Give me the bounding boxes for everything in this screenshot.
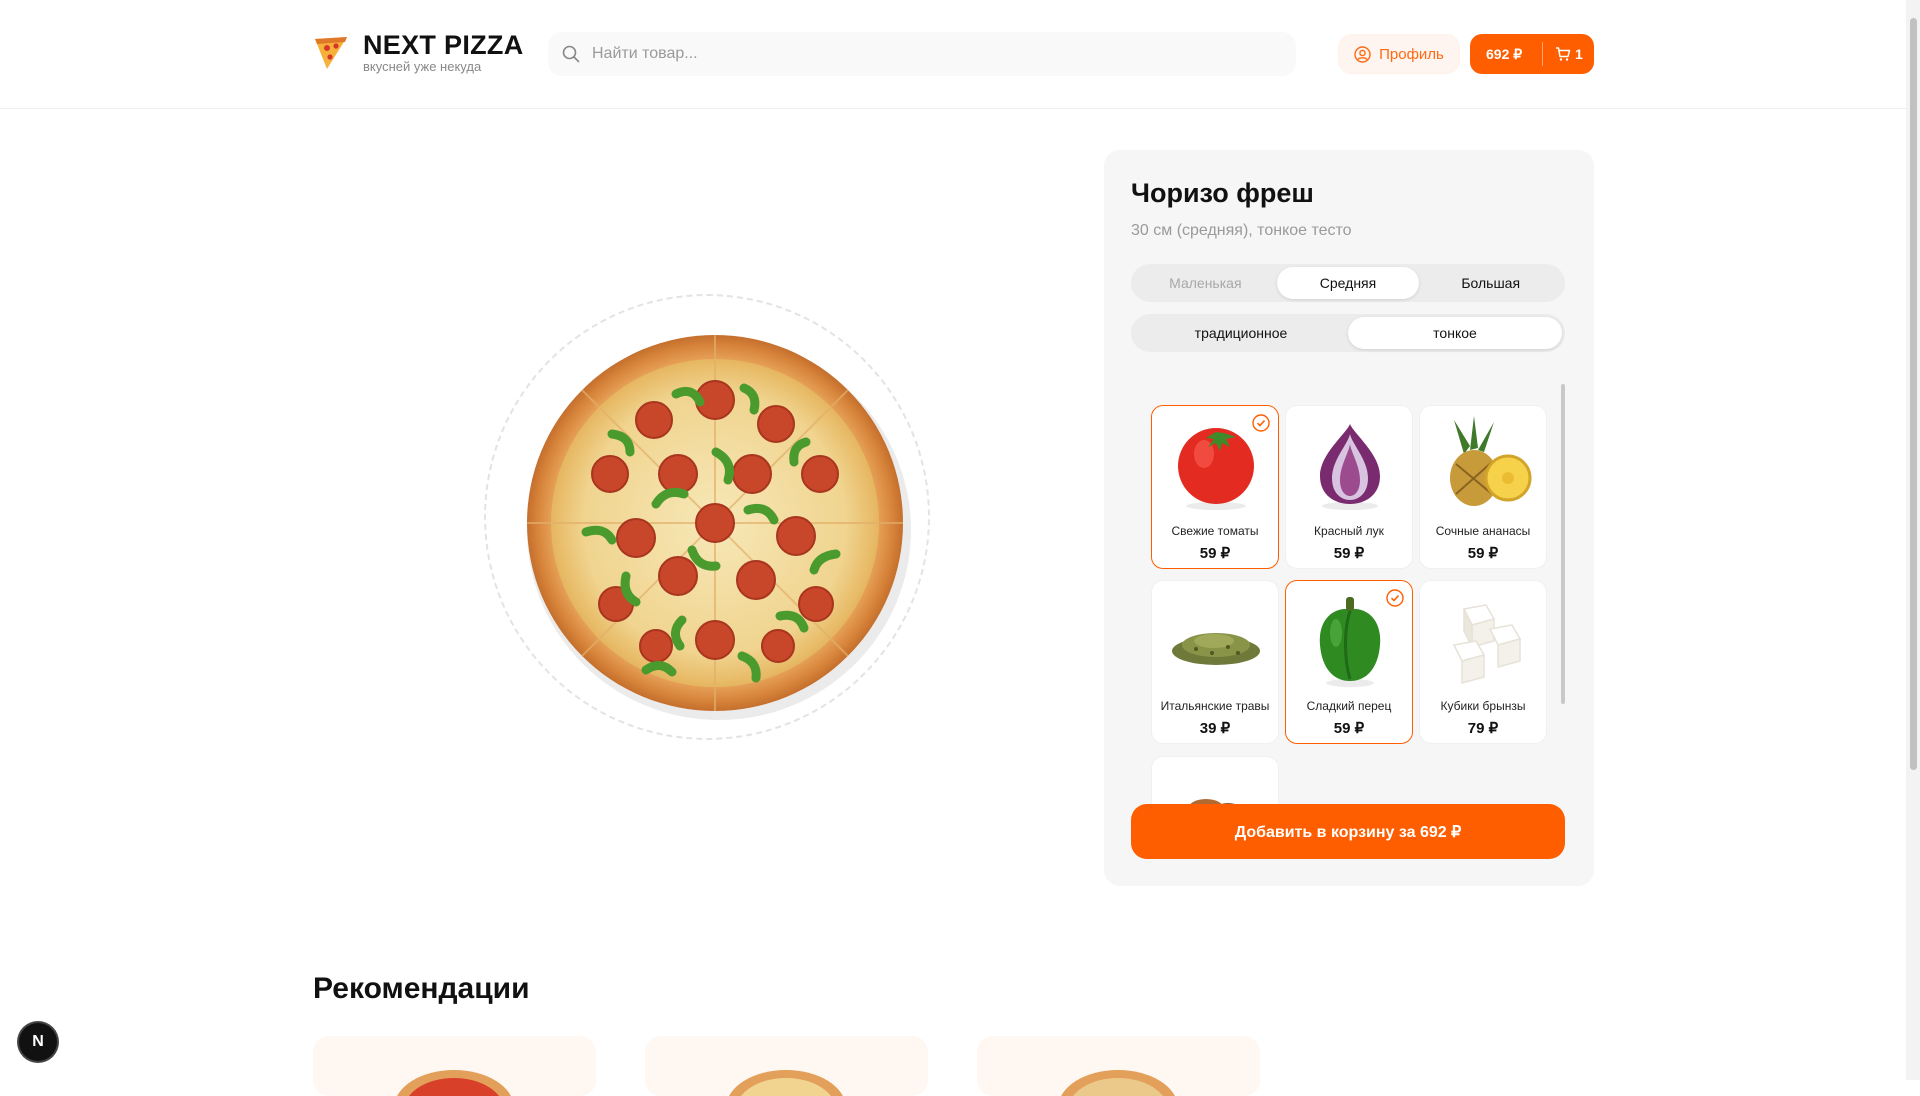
search-input[interactable] (590, 44, 1234, 64)
size-selector: Маленькая Средняя Большая (1131, 264, 1565, 302)
profile-button[interactable]: Профиль (1338, 34, 1460, 74)
cart-count: 1 (1575, 46, 1583, 62)
header: NEXT PIZZA вкусней уже некуда Профиль 69… (0, 0, 1906, 109)
recommendation-card[interactable] (977, 1036, 1260, 1096)
pizza-thumbnail-icon (1061, 1070, 1175, 1096)
ingredient-name: Сладкий перец (1306, 699, 1392, 713)
herbs-icon (1172, 633, 1260, 665)
ingredient-price: 59 ₽ (1333, 545, 1365, 562)
red-onion-icon (1320, 424, 1380, 510)
mushroom-icon (1190, 799, 1235, 804)
ingredient-name: Кубики брынзы (1440, 699, 1526, 713)
ingredient-card[interactable]: Красный лук 59 ₽ (1285, 405, 1413, 569)
ingredient-price: 59 ₽ (1467, 545, 1499, 562)
ingredient-card[interactable]: Кубики брынзы 79 ₽ (1419, 580, 1547, 744)
recommendations-title: Рекомендации (313, 972, 530, 1005)
ingredient-card[interactable] (1151, 756, 1279, 804)
ingredient-name: Свежие томаты (1171, 524, 1259, 538)
check-icon (1252, 414, 1270, 432)
pizza-thumbnail-icon (729, 1070, 843, 1096)
dough-option-thin[interactable]: тонкое (1348, 317, 1562, 349)
cart-divider (1542, 42, 1543, 66)
nextjs-dev-badge[interactable]: N (19, 1023, 57, 1061)
cheese-cubes-icon (1452, 604, 1522, 684)
ingredient-card[interactable]: Сочные ананасы 59 ₽ (1419, 405, 1547, 569)
pizza-logo-icon (315, 37, 347, 69)
ingredient-card[interactable]: Свежие томаты 59 ₽ (1151, 405, 1279, 569)
pizza-image (516, 324, 914, 722)
size-option-medium[interactable]: Средняя (1276, 267, 1420, 299)
add-to-cart-button[interactable]: Добавить в корзину за 692 ₽ (1131, 804, 1565, 859)
ingredient-name: Итальянские травы (1160, 699, 1270, 713)
page-scrollbar[interactable] (1906, 0, 1920, 1080)
cart-button[interactable]: 692 ₽ 1 (1470, 34, 1594, 74)
recommendation-card[interactable] (313, 1036, 596, 1096)
ingredients-scrollbar[interactable] (1561, 384, 1565, 704)
size-option-large[interactable]: Большая (1419, 267, 1562, 299)
tomato-icon (1178, 428, 1254, 510)
recommendation-card[interactable] (645, 1036, 928, 1096)
cart-icon (1556, 47, 1571, 61)
search-icon (562, 45, 580, 63)
size-option-small[interactable]: Маленькая (1134, 267, 1277, 299)
product-title: Чоризо фреш (1131, 178, 1314, 208)
dough-option-traditional[interactable]: традиционное (1134, 317, 1348, 349)
user-icon (1354, 45, 1371, 63)
search-box[interactable] (548, 32, 1296, 76)
pineapple-icon (1450, 416, 1532, 506)
logo-title: NEXT PIZZA (363, 30, 524, 60)
product-subtitle: 30 см (средняя), тонкое тесто (1131, 222, 1352, 239)
pizza-thumbnail-icon (397, 1070, 511, 1096)
logo-subtitle: вкусней уже некуда (363, 59, 482, 74)
ingredient-name: Красный лук (1314, 524, 1384, 538)
bell-pepper-icon (1319, 597, 1381, 687)
logo[interactable]: NEXT PIZZA вкусней уже некуда (313, 30, 524, 74)
cart-total: 692 ₽ (1486, 45, 1523, 62)
ingredient-price: 59 ₽ (1333, 720, 1365, 737)
ingredient-price: 39 ₽ (1199, 720, 1231, 737)
ingredient-price: 59 ₽ (1199, 545, 1231, 562)
ingredient-name: Сочные ананасы (1435, 524, 1531, 538)
ingredient-price: 79 ₽ (1467, 720, 1499, 737)
page-scrollbar-thumb[interactable] (1910, 18, 1917, 770)
profile-label: Профиль (1379, 45, 1444, 63)
ingredient-card[interactable]: Сладкий перец 59 ₽ (1285, 580, 1413, 744)
ingredient-card[interactable]: Итальянские травы 39 ₽ (1151, 580, 1279, 744)
dough-selector: традиционное тонкое (1131, 314, 1565, 352)
check-icon (1386, 589, 1404, 607)
